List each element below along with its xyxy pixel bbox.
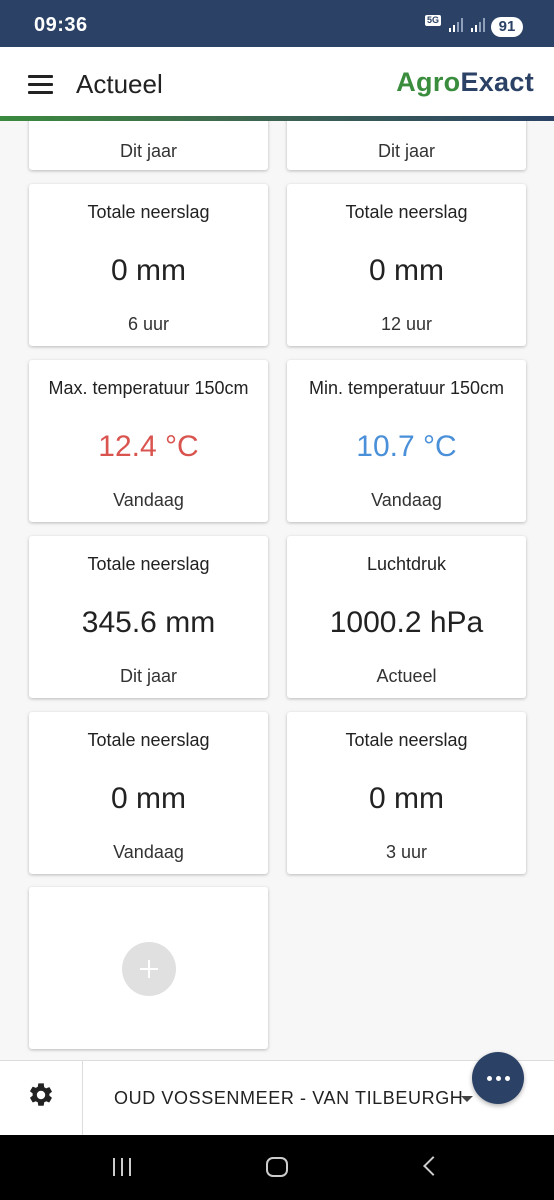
card-period: Vandaag xyxy=(113,842,184,862)
page-title: Actueel xyxy=(76,69,163,99)
brand-logo: AgroExact xyxy=(396,67,534,97)
more-horizontal-icon xyxy=(487,1076,492,1081)
signal-icon xyxy=(449,18,463,32)
card-period: Vandaag xyxy=(371,490,442,510)
card-period: Dit jaar xyxy=(119,141,177,161)
card-value: 0 mm xyxy=(111,782,186,815)
card-value: 1000.2 hPa xyxy=(329,606,484,639)
card-value: 10.7 °C xyxy=(356,430,457,463)
bottom-bar: OUD VOSSENMEER - VAN TILBEURGH xyxy=(0,1060,554,1136)
card-title: Luchtdruk xyxy=(366,554,447,574)
widget-card[interactable]: Totale neerslag 0 mm 6 uur xyxy=(29,184,268,346)
chevron-down-icon[interactable] xyxy=(461,1096,473,1102)
card-period: 12 uur xyxy=(380,314,433,334)
card-title: Totale neerslag xyxy=(87,554,210,574)
card-title: Max. temperatuur 150cm xyxy=(48,378,249,398)
widget-card[interactable]: Dit jaar xyxy=(29,121,268,170)
menu-icon[interactable] xyxy=(28,75,53,95)
recent-apps-icon[interactable] xyxy=(113,1158,133,1176)
card-title: Min. temperatuur 150cm xyxy=(308,378,505,398)
widget-card[interactable]: Luchtdruk 1000.2 hPa Actueel xyxy=(287,536,526,698)
network-5g-icon: 5G xyxy=(425,15,442,26)
plus-icon[interactable] xyxy=(122,942,176,996)
card-period: 3 uur xyxy=(385,842,428,862)
app-bar: Actueel AgroExact xyxy=(0,47,554,118)
card-period: Dit jaar xyxy=(119,666,177,686)
card-value: 0 mm xyxy=(369,254,444,287)
card-value: 345.6 mm xyxy=(81,606,216,639)
widget-card[interactable]: Max. temperatuur 150cm 12.4 °C Vandaag xyxy=(29,360,268,522)
add-widget-card[interactable] xyxy=(29,887,268,1049)
card-value: 12.4 °C xyxy=(98,430,199,463)
location-select[interactable]: OUD VOSSENMEER - VAN TILBEURGH xyxy=(114,1088,463,1109)
card-period: Actueel xyxy=(376,666,437,686)
widget-card[interactable]: Totale neerslag 0 mm 3 uur xyxy=(287,712,526,874)
system-navigation-bar xyxy=(0,1135,554,1200)
gear-icon xyxy=(30,1083,52,1106)
card-title: Totale neerslag xyxy=(345,202,468,222)
card-period: Dit jaar xyxy=(377,141,435,161)
card-value: 0 mm xyxy=(369,782,444,815)
status-time: 09:36 xyxy=(34,14,88,36)
card-value: 0 mm xyxy=(111,254,186,287)
home-icon[interactable] xyxy=(266,1157,288,1177)
widget-card[interactable]: Totale neerslag 345.6 mm Dit jaar xyxy=(29,536,268,698)
status-bar: 09:36 5G 91 xyxy=(0,0,554,47)
signal-icon xyxy=(471,18,485,32)
card-period: Vandaag xyxy=(113,490,184,510)
widget-card[interactable]: Totale neerslag 0 mm 12 uur xyxy=(287,184,526,346)
card-title: Totale neerslag xyxy=(345,730,468,750)
widget-card[interactable]: Dit jaar xyxy=(287,121,526,170)
widget-card[interactable]: Min. temperatuur 150cm 10.7 °C Vandaag xyxy=(287,360,526,522)
battery-icon: 91 xyxy=(491,17,523,37)
widget-card[interactable]: Totale neerslag 0 mm Vandaag xyxy=(29,712,268,874)
more-options-button[interactable] xyxy=(472,1052,524,1104)
dashboard-grid: Dit jaar Dit jaar Totale neerslag 0 mm 6… xyxy=(0,121,554,1060)
back-icon[interactable] xyxy=(423,1156,443,1176)
card-title: Totale neerslag xyxy=(87,202,210,222)
card-period: 6 uur xyxy=(127,314,170,334)
card-title: Totale neerslag xyxy=(87,730,210,750)
settings-button[interactable] xyxy=(0,1061,83,1136)
